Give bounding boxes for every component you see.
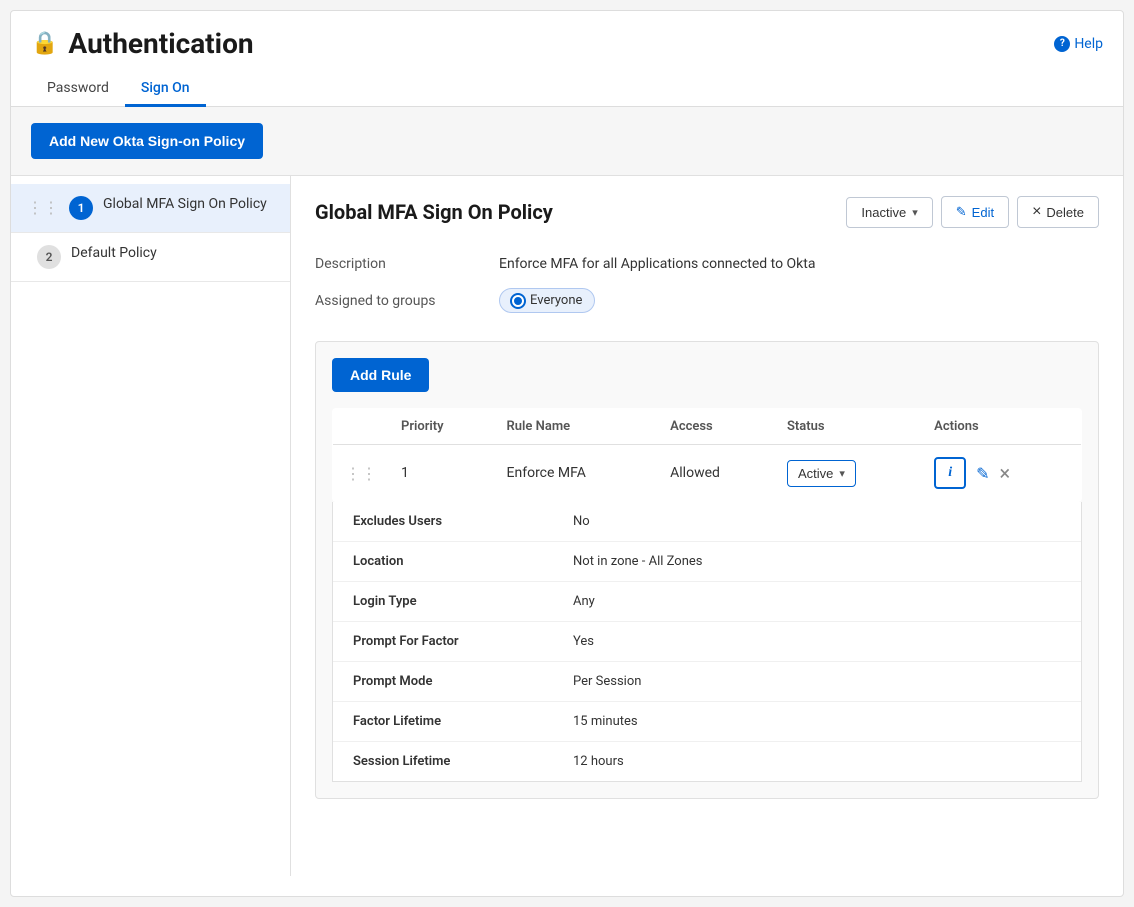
drag-dots-icon: ⋮⋮ bbox=[345, 464, 377, 483]
page-header: 🔒 Authentication ? Help bbox=[11, 11, 1123, 60]
col-rule-name: Rule Name bbox=[495, 409, 659, 445]
x-icon: × bbox=[1032, 204, 1041, 220]
rule-details: Excludes Users No Location Not in zone -… bbox=[332, 502, 1082, 782]
detail-panel: Global MFA Sign On Policy Inactive ▾ ✎ E… bbox=[291, 176, 1123, 876]
tab-password[interactable]: Password bbox=[31, 72, 125, 107]
table-header-row: Priority Rule Name Access Status Actions bbox=[333, 409, 1082, 445]
page-wrapper: 🔒 Authentication ? Help Password Sign On… bbox=[10, 10, 1124, 897]
drag-handle-icon: ⋮⋮ bbox=[27, 198, 59, 217]
chevron-down-small-icon: ▾ bbox=[839, 467, 845, 480]
detail-val-6: 12 hours bbox=[573, 754, 624, 769]
help-label: Help bbox=[1074, 36, 1103, 52]
rules-table: Priority Rule Name Access Status Actions… bbox=[332, 408, 1082, 502]
tab-sign-on[interactable]: Sign On bbox=[125, 72, 206, 107]
item-number-1: 1 bbox=[69, 196, 93, 220]
info-button[interactable]: i bbox=[934, 457, 966, 489]
detail-val-4: Per Session bbox=[573, 674, 641, 689]
lock-icon: 🔒 bbox=[31, 31, 58, 56]
table-row: ⋮⋮ 1 Enforce MFA Allowed Active ▾ bbox=[333, 445, 1082, 502]
detail-val-2: Any bbox=[573, 594, 595, 609]
col-actions: Actions bbox=[922, 409, 1081, 445]
group-name: Everyone bbox=[530, 293, 582, 308]
add-rule-button[interactable]: Add Rule bbox=[332, 358, 429, 392]
delete-rule-icon[interactable]: × bbox=[1000, 461, 1011, 485]
assigned-row: Assigned to groups Everyone bbox=[315, 280, 1099, 321]
detail-key-0: Excludes Users bbox=[353, 514, 513, 529]
action-icons: i ✎ × bbox=[934, 457, 1069, 489]
detail-val-3: Yes bbox=[573, 634, 594, 649]
group-badge: Everyone bbox=[499, 288, 595, 313]
row-actions: i ✎ × bbox=[922, 445, 1081, 502]
detail-key-3: Prompt For Factor bbox=[353, 634, 513, 649]
detail-row-5: Factor Lifetime 15 minutes bbox=[333, 702, 1081, 742]
detail-row-1: Location Not in zone - All Zones bbox=[333, 542, 1081, 582]
item-label-2: Default Policy bbox=[71, 245, 274, 261]
row-access: Allowed bbox=[658, 445, 775, 502]
description-row: Description Enforce MFA for all Applicat… bbox=[315, 248, 1099, 280]
toolbar: Add New Okta Sign-on Policy bbox=[11, 107, 1123, 176]
detail-row-4: Prompt Mode Per Session bbox=[333, 662, 1081, 702]
item-label-1: Global MFA Sign On Policy bbox=[103, 196, 274, 212]
rule-status-dropdown[interactable]: Active ▾ bbox=[787, 460, 856, 487]
row-status: Active ▾ bbox=[775, 445, 922, 502]
rule-status-label: Active bbox=[798, 466, 833, 481]
detail-key-5: Factor Lifetime bbox=[353, 714, 513, 729]
detail-row-0: Excludes Users No bbox=[333, 502, 1081, 542]
detail-key-4: Prompt Mode bbox=[353, 674, 513, 689]
policy-meta: Description Enforce MFA for all Applicat… bbox=[315, 248, 1099, 321]
col-access: Access bbox=[658, 409, 775, 445]
detail-row-6: Session Lifetime 12 hours bbox=[333, 742, 1081, 781]
chevron-down-icon: ▾ bbox=[912, 206, 918, 219]
edit-button[interactable]: ✎ Edit bbox=[941, 196, 1009, 228]
detail-row-2: Login Type Any bbox=[333, 582, 1081, 622]
col-status: Status bbox=[775, 409, 922, 445]
rules-section: Add Rule Priority Rule Name Access Statu… bbox=[315, 341, 1099, 799]
sidebar-item-2[interactable]: 2 Default Policy bbox=[11, 233, 290, 282]
title-row: 🔒 Authentication bbox=[31, 27, 254, 60]
main-content: ⋮⋮ 1 Global MFA Sign On Policy 2 Default… bbox=[11, 176, 1123, 876]
tabs-bar: Password Sign On bbox=[11, 60, 1123, 107]
item-number-2: 2 bbox=[37, 245, 61, 269]
detail-key-6: Session Lifetime bbox=[353, 754, 513, 769]
sidebar-item-1[interactable]: ⋮⋮ 1 Global MFA Sign On Policy bbox=[11, 184, 290, 233]
row-priority: 1 bbox=[389, 445, 495, 502]
description-label: Description bbox=[315, 256, 475, 272]
policy-actions: Inactive ▾ ✎ Edit × Delete bbox=[846, 196, 1099, 228]
edit-rule-icon[interactable]: ✎ bbox=[976, 464, 989, 483]
policy-header: Global MFA Sign On Policy Inactive ▾ ✎ E… bbox=[315, 196, 1099, 228]
help-link[interactable]: ? Help bbox=[1054, 36, 1103, 52]
row-drag-handle: ⋮⋮ bbox=[333, 445, 390, 502]
status-dropdown-button[interactable]: Inactive ▾ bbox=[846, 197, 932, 228]
detail-row-3: Prompt For Factor Yes bbox=[333, 622, 1081, 662]
policy-title: Global MFA Sign On Policy bbox=[315, 200, 553, 224]
detail-val-0: No bbox=[573, 514, 590, 529]
detail-val-1: Not in zone - All Zones bbox=[573, 554, 703, 569]
help-circle-icon: ? bbox=[1054, 36, 1070, 52]
status-label: Inactive bbox=[861, 205, 906, 220]
description-value: Enforce MFA for all Applications connect… bbox=[499, 256, 815, 272]
page-title: Authentication bbox=[68, 27, 253, 60]
radio-selected-icon bbox=[512, 295, 524, 307]
detail-key-1: Location bbox=[353, 554, 513, 569]
add-policy-button[interactable]: Add New Okta Sign-on Policy bbox=[31, 123, 263, 159]
assigned-label: Assigned to groups bbox=[315, 293, 475, 309]
pencil-icon: ✎ bbox=[956, 204, 967, 220]
detail-key-2: Login Type bbox=[353, 594, 513, 609]
sidebar: ⋮⋮ 1 Global MFA Sign On Policy 2 Default… bbox=[11, 176, 291, 876]
col-drag bbox=[333, 409, 390, 445]
row-rule-name: Enforce MFA bbox=[495, 445, 659, 502]
delete-button[interactable]: × Delete bbox=[1017, 196, 1099, 228]
info-icon: i bbox=[948, 465, 952, 481]
detail-val-5: 15 minutes bbox=[573, 714, 638, 729]
col-priority: Priority bbox=[389, 409, 495, 445]
